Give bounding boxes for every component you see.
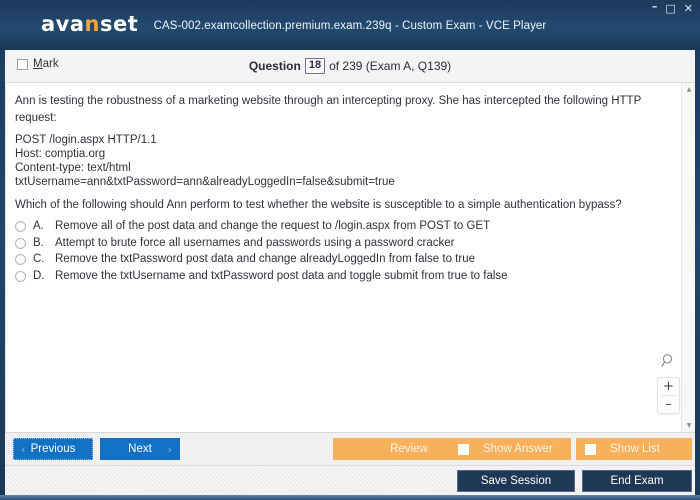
question-intro-text: Ann is testing the robustness of a marke… (15, 95, 642, 124)
answer-option-d[interactable]: D. Remove the txtUsername and txtPasswor… (15, 268, 665, 285)
zoom-out-button[interactable]: – (658, 396, 679, 413)
previous-button[interactable]: ‹ Previous › (13, 438, 93, 460)
option-text: Remove all of the post data and change t… (55, 220, 491, 232)
question-header-bar: Mark Question 18 of 239 (Exam A, Q139) (5, 50, 695, 83)
option-letter: C. (33, 253, 45, 265)
answer-options-list: A. Remove all of the post data and chang… (15, 218, 665, 284)
answer-option-b[interactable]: B. Attempt to brute force all usernames … (15, 235, 665, 252)
option-letter: A. (33, 220, 44, 232)
option-text: Remove the txtPassword post data and cha… (55, 253, 476, 265)
option-text: Remove the txtUsername and txtPassword p… (55, 269, 508, 282)
scroll-up-arrow-icon[interactable]: ▲ (682, 83, 696, 96)
answer-option-a[interactable]: A. Remove all of the post data and chang… (15, 218, 665, 235)
magnifier-icon[interactable] (661, 353, 676, 373)
radio-icon[interactable] (15, 237, 26, 249)
window-bottom-edge (0, 495, 700, 500)
radio-icon[interactable] (15, 270, 26, 282)
question-prompt-text: Which of the following should Ann perfor… (15, 199, 622, 211)
radio-icon[interactable] (15, 221, 26, 232)
close-icon[interactable]: ✕ (683, 3, 694, 14)
http-request-block: POST /login.aspx HTTP/1.1 Host: comptia.… (15, 134, 395, 188)
show-answer-label: Show Answer (483, 443, 553, 455)
zoom-widget: + – (657, 353, 680, 414)
next-button[interactable]: ‹ Next › (100, 438, 180, 460)
show-list-label: Show List (610, 443, 660, 455)
option-letter: D. (33, 269, 45, 282)
radio-icon[interactable] (15, 254, 26, 265)
maximize-icon[interactable]: □ (664, 3, 676, 14)
next-button-label: Next (128, 443, 152, 455)
question-word: Question (248, 59, 301, 73)
option-letter: B. (33, 236, 44, 249)
navigation-toolbar: ‹ Previous › ‹ Next › Review ▲ Show Answ… (5, 432, 695, 465)
show-answer-button[interactable]: Show Answer (449, 438, 571, 460)
previous-button-label: Previous (30, 443, 76, 455)
show-list-button[interactable]: Show List (576, 438, 692, 460)
show-list-checkbox[interactable] (585, 443, 596, 455)
chevron-right-icon: › (167, 442, 172, 456)
option-text: Attempt to brute force all usernames and… (55, 236, 455, 249)
status-bar: Save Session End Exam (5, 465, 695, 495)
scrollbar-track[interactable] (682, 96, 696, 419)
question-content-pane: Ann is testing the robustness of a marke… (5, 83, 695, 432)
show-answer-checkbox[interactable] (458, 443, 469, 455)
scroll-down-arrow-icon[interactable]: ▼ (682, 419, 696, 432)
question-counter: Question 18 of 239 (Exam A, Q139) (5, 58, 695, 74)
zoom-buttons: + – (657, 377, 680, 414)
question-total: of 239 (Exam A, Q139) (329, 59, 452, 73)
vce-player-window: avanset CAS-002.examcollection.premium.e… (0, 0, 700, 500)
content-scrollbar[interactable]: ▲ ▼ (681, 83, 695, 432)
title-bar: avanset CAS-002.examcollection.premium.e… (0, 0, 700, 50)
window-title: CAS-002.examcollection.premium.exam.239q… (153, 20, 547, 32)
question-number: 18 (304, 58, 326, 74)
end-exam-button[interactable]: End Exam (582, 470, 692, 492)
zoom-in-button[interactable]: + (658, 378, 679, 395)
minimize-icon[interactable]: – (651, 1, 659, 12)
window-controls: – □ ✕ (651, 1, 694, 14)
answer-option-c[interactable]: C. Remove the txtPassword post data and … (15, 251, 665, 268)
save-session-button[interactable]: Save Session (457, 470, 575, 492)
